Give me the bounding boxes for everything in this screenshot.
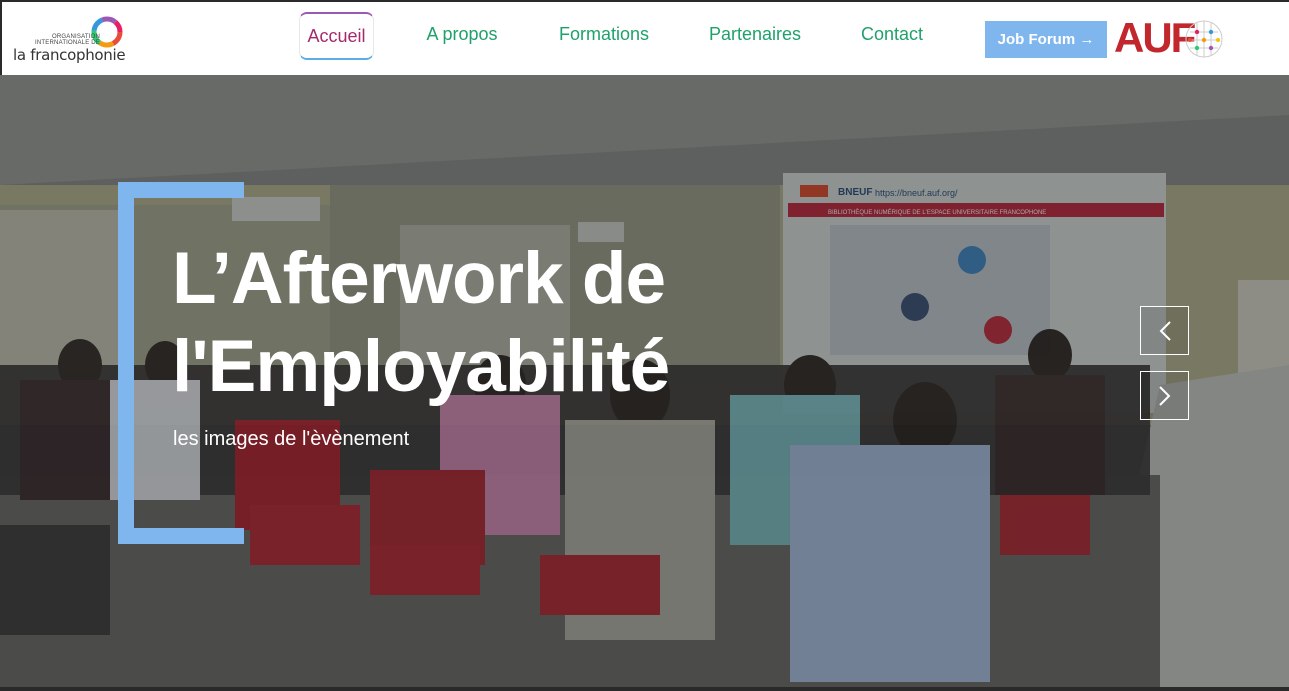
- nav-item-formations[interactable]: Formations: [550, 12, 658, 60]
- nav-item-contact[interactable]: Contact: [852, 12, 932, 60]
- carousel-next-button[interactable]: [1140, 371, 1189, 420]
- chevron-left-icon: [1159, 321, 1171, 341]
- hero-title: L’Afterwork de l'Employabilité: [172, 235, 732, 411]
- bottom-edge: [0, 687, 1289, 691]
- carousel-prev-button[interactable]: [1140, 306, 1189, 355]
- hero-subtitle: les images de l'èvènement: [173, 428, 410, 450]
- nav-item-a-propos[interactable]: A propos: [412, 12, 512, 60]
- hero-carousel: BNEUF https://bneuf.auf.org/ BIBLIOTHÈQU…: [0, 75, 1289, 687]
- oif-logo-small-text: ORGANISATION INTERNATIONALE DE: [35, 34, 100, 46]
- nav-item-partenaires[interactable]: Partenaires: [702, 12, 808, 60]
- hero-title-line2: l'Employabilité: [172, 326, 670, 407]
- auf-network-icon: [1185, 20, 1223, 58]
- job-forum-button[interactable]: Job Forum →: [985, 21, 1107, 58]
- oif-logo-big-text: la francophonie: [13, 46, 126, 64]
- nav-item-accueil[interactable]: Accueil: [299, 12, 374, 60]
- page: ORGANISATION INTERNATIONALE DE la franco…: [0, 0, 1289, 691]
- chevron-right-icon: [1159, 386, 1171, 406]
- oif-logo[interactable]: ORGANISATION INTERNATIONALE DE la franco…: [12, 14, 127, 66]
- site-header: ORGANISATION INTERNATIONALE DE la franco…: [0, 0, 1289, 75]
- hero-title-line1: L’Afterwork de: [172, 238, 666, 319]
